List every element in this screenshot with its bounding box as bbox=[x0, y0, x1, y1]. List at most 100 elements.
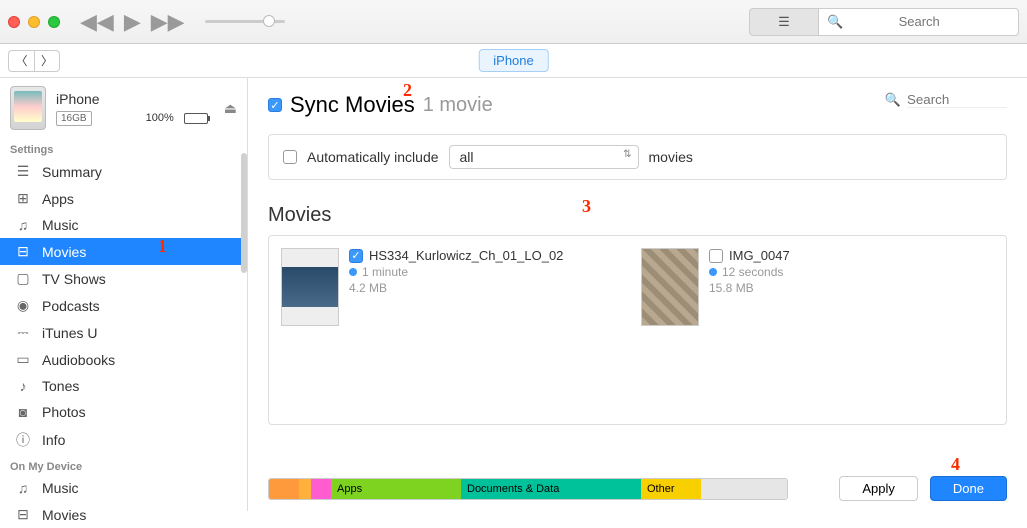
auto-include-label: Automatically include bbox=[307, 149, 439, 165]
itunesu-icon: ⎓ bbox=[14, 324, 32, 341]
movie-checkbox[interactable] bbox=[709, 249, 723, 263]
footer: Apps Documents & Data Other Apply Done bbox=[268, 476, 1007, 501]
device-header[interactable]: iPhone 16GB 100% ⏏ bbox=[0, 78, 247, 138]
sidebar-item-label: Podcasts bbox=[42, 298, 100, 314]
close-icon[interactable] bbox=[8, 16, 20, 28]
maximize-icon[interactable] bbox=[48, 16, 60, 28]
movie-checkbox[interactable]: ✓ bbox=[349, 249, 363, 263]
list-view-toggle[interactable]: ☰ bbox=[749, 8, 819, 36]
sync-movies-checkbox[interactable]: ✓ bbox=[268, 98, 282, 112]
music-icon: ♫ bbox=[14, 480, 32, 496]
back-button[interactable]: 〈 bbox=[8, 50, 34, 72]
storage-bar[interactable]: Apps Documents & Data Other bbox=[268, 478, 788, 500]
unwatched-dot-icon bbox=[349, 268, 357, 276]
sidebar-item-audiobooks[interactable]: ▭ Audiobooks bbox=[0, 346, 247, 373]
volume-thumb[interactable] bbox=[263, 15, 275, 27]
sidebar-item-movies[interactable]: ⊟ Movies bbox=[0, 238, 247, 265]
movie-item[interactable]: IMG_0047 12 seconds 15.8 MB bbox=[641, 248, 981, 412]
sidebar-item-itunes-u[interactable]: ⎓iTunes U bbox=[0, 319, 247, 346]
sidebar-scrollbar[interactable] bbox=[241, 153, 247, 273]
global-search[interactable]: 🔍 bbox=[819, 8, 1019, 36]
auto-include-checkbox[interactable] bbox=[283, 150, 297, 164]
forward-button[interactable]: 〉 bbox=[34, 50, 60, 72]
search-icon: 🔍 bbox=[827, 14, 843, 30]
sync-movies-label: Sync Movies bbox=[290, 92, 415, 118]
volume-slider[interactable] bbox=[205, 20, 285, 23]
sync-movies-count: 1 movie bbox=[423, 94, 493, 117]
sidebar-item-podcasts[interactable]: ◉ Podcasts bbox=[0, 292, 247, 319]
tvshows-icon: ▢ bbox=[14, 270, 32, 287]
movie-title: IMG_0047 bbox=[729, 248, 790, 263]
movie-item[interactable]: ✓ HS334_Kurlowicz_Ch_01_LO_02 1 minute 4… bbox=[281, 248, 621, 412]
breadcrumb-label: iPhone bbox=[478, 49, 548, 72]
sidebar-item-label: Movies bbox=[42, 507, 86, 523]
movie-size: 4.2 MB bbox=[349, 281, 563, 295]
storage-seg-photos bbox=[311, 479, 331, 499]
sidebar-item-summary[interactable]: ☰Summary bbox=[0, 158, 247, 185]
content-search[interactable]: 🔍 bbox=[885, 92, 1007, 108]
movies-section-label: Movies bbox=[268, 204, 1007, 227]
music-icon: ♫ bbox=[14, 217, 32, 233]
sidebar-item-tv-shows[interactable]: ▢ TV Shows bbox=[0, 265, 247, 292]
info-icon: ⓘ bbox=[14, 430, 32, 450]
storage-seg-apps: Apps bbox=[331, 479, 461, 499]
content-pane: ✓ Sync Movies 1 movie 2 🔍 Automatically … bbox=[248, 78, 1027, 511]
callout-4: 4 bbox=[951, 454, 960, 475]
title-bar: ◀◀ ▶ ▶▶ ☰ 🔍 bbox=[0, 0, 1027, 44]
movie-duration: 12 seconds bbox=[722, 265, 783, 279]
auto-include-suffix: movies bbox=[649, 149, 693, 165]
sidebar-item-photos[interactable]: ◙ Photos bbox=[0, 399, 247, 425]
breadcrumb[interactable]: iPhone bbox=[478, 49, 548, 72]
transport-controls: ◀◀ ▶ ▶▶ bbox=[80, 9, 285, 35]
sidebar-item-info[interactable]: ⓘ Info bbox=[0, 425, 247, 455]
summary-icon: ☰ bbox=[14, 163, 32, 180]
storage-seg-free bbox=[701, 479, 787, 499]
sidebar-item-label: TV Shows bbox=[42, 271, 106, 287]
sidebar-item-label: Music bbox=[42, 217, 79, 233]
device-thumbnail bbox=[10, 86, 46, 130]
sidebar: iPhone 16GB 100% ⏏ Settings ☰Summary⊞App… bbox=[0, 78, 248, 511]
content-search-input[interactable] bbox=[907, 92, 1007, 108]
movie-title: HS334_Kurlowicz_Ch_01_LO_02 bbox=[369, 248, 563, 263]
capacity-badge: 16GB bbox=[56, 111, 92, 126]
apply-button[interactable]: Apply bbox=[839, 476, 918, 501]
history-nav: 〈 〉 bbox=[8, 50, 60, 72]
sidebar-item-label: Audiobooks bbox=[42, 352, 115, 368]
auto-include-select[interactable]: all bbox=[449, 145, 639, 169]
movie-size: 15.8 MB bbox=[709, 281, 790, 295]
storage-seg-video bbox=[299, 479, 311, 499]
list-icon: ☰ bbox=[778, 14, 790, 30]
movie-thumbnail bbox=[641, 248, 699, 326]
done-button[interactable]: Done bbox=[930, 476, 1007, 501]
movies-icon: ⊟ bbox=[14, 243, 32, 260]
tones-icon: ♪ bbox=[14, 378, 32, 394]
movies-icon: ⊟ bbox=[14, 506, 32, 523]
next-track-icon[interactable]: ▶▶ bbox=[151, 9, 185, 35]
sidebar-item-label: Movies bbox=[42, 244, 86, 260]
sidebar-item-label: Apps bbox=[42, 191, 74, 207]
sidebar-item-movies[interactable]: ⊟ Movies bbox=[0, 501, 247, 528]
window-controls bbox=[8, 16, 60, 28]
main-area: iPhone 16GB 100% ⏏ Settings ☰Summary⊞App… bbox=[0, 78, 1027, 511]
battery-text: 100% bbox=[146, 112, 174, 124]
podcasts-icon: ◉ bbox=[14, 297, 32, 314]
storage-seg-docs: Documents & Data bbox=[461, 479, 641, 499]
play-icon[interactable]: ▶ bbox=[124, 9, 141, 35]
sidebar-item-label: Music bbox=[42, 480, 79, 496]
sidebar-item-label: Photos bbox=[42, 404, 86, 420]
sidebar-section-settings: Settings bbox=[0, 138, 247, 158]
sidebar-item-music[interactable]: ♫ Music bbox=[0, 475, 247, 501]
photos-icon: ◙ bbox=[14, 404, 32, 420]
sidebar-item-label: Info bbox=[42, 432, 65, 448]
sidebar-item-apps[interactable]: ⊞Apps bbox=[0, 185, 247, 212]
minimize-icon[interactable] bbox=[28, 16, 40, 28]
prev-track-icon[interactable]: ◀◀ bbox=[80, 9, 114, 35]
search-icon: 🔍 bbox=[885, 92, 901, 108]
global-search-input[interactable] bbox=[849, 14, 989, 29]
device-name: iPhone bbox=[56, 91, 208, 107]
eject-icon[interactable]: ⏏ bbox=[224, 100, 237, 117]
sidebar-item-label: Tones bbox=[42, 378, 79, 394]
sidebar-item-tones[interactable]: ♪ Tones bbox=[0, 373, 247, 399]
sidebar-item-music[interactable]: ♫ Music bbox=[0, 212, 247, 238]
audiobooks-icon: ▭ bbox=[14, 351, 32, 368]
